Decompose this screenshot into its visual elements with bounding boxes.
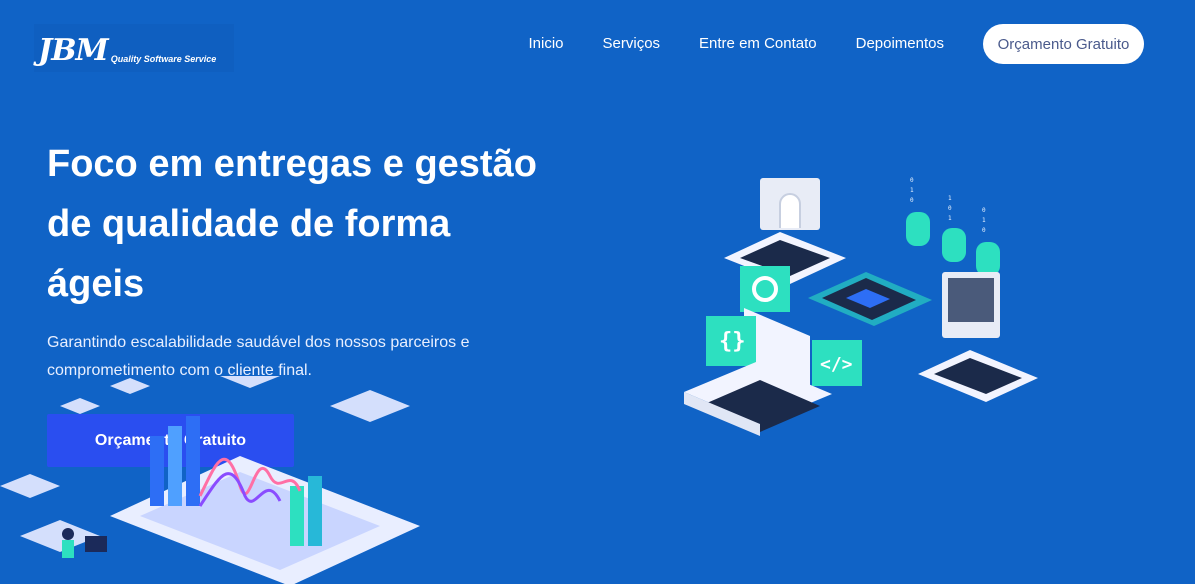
svg-text:1: 1 [982, 217, 986, 224]
svg-text:0: 0 [910, 177, 914, 184]
svg-text:1: 1 [948, 195, 952, 202]
logo-tagline: Quality Software Service [110, 54, 217, 64]
svg-text:1: 1 [948, 215, 952, 222]
svg-text:0: 0 [982, 207, 986, 214]
nav-item-inicio[interactable]: Inicio [528, 24, 563, 64]
svg-text:0: 0 [910, 197, 914, 204]
nav-item-servicos[interactable]: Serviços [603, 24, 661, 64]
logo-mark: JBM [38, 33, 109, 68]
data-analytics-illustration [0, 376, 420, 584]
tech-infrastructure-illustration: 0 1 0 1 0 1 0 1 0 {} </> [684, 177, 1038, 436]
gear-icon [740, 266, 790, 312]
brand-logo[interactable]: JBM Quality Software Service [34, 24, 234, 72]
svg-text:0: 0 [982, 227, 986, 234]
main-nav: Inicio Serviços Entre em Contato Depoime… [528, 24, 1144, 64]
database-icon [906, 212, 1000, 276]
svg-text:</>: </> [820, 354, 853, 375]
hero-title: Foco em entregas e gestão de qualidade d… [47, 143, 537, 305]
svg-text:{}: {} [719, 329, 746, 354]
svg-text:1: 1 [910, 187, 914, 194]
svg-text:0: 0 [948, 205, 952, 212]
nav-item-depoimentos[interactable]: Depoimentos [856, 24, 944, 64]
nav-item-contato[interactable]: Entre em Contato [699, 24, 817, 64]
nav-quote-button[interactable]: Orçamento Gratuito [983, 24, 1144, 64]
